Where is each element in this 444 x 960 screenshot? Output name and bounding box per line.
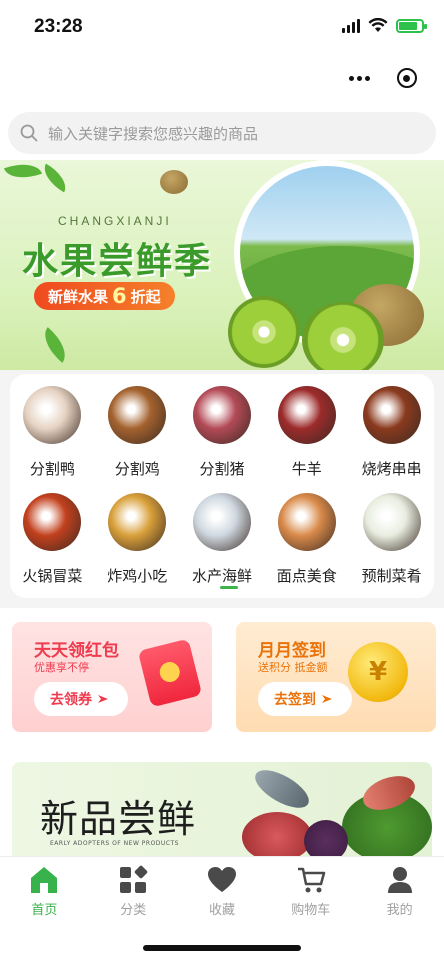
- tab-label: 我的: [386, 903, 413, 918]
- category-label: 预制菜肴: [361, 567, 422, 585]
- nav-bar: [0, 56, 444, 104]
- category-icon: [120, 865, 148, 893]
- user-icon: [387, 867, 412, 893]
- tab-home[interactable]: 首页: [0, 857, 89, 925]
- category-label: 炸鸡小吃: [107, 567, 168, 585]
- status-time: 23:28: [34, 16, 83, 37]
- category-label: 牛羊: [291, 460, 322, 478]
- red-packet-card[interactable]: 天天领红包 优惠享不停 去领券: [12, 622, 212, 732]
- pill-prefix: 新鲜水果: [48, 287, 109, 306]
- category-item[interactable]: 预制菜肴: [349, 493, 434, 586]
- category-item[interactable]: 炸鸡小吃: [95, 493, 180, 586]
- category-label: 分割猪: [199, 460, 245, 478]
- tab-bar: 首页 分类 收藏 购物车 我的: [0, 856, 444, 960]
- kiwi-image: [160, 170, 188, 194]
- heart-icon: [207, 867, 236, 892]
- arrow-right-icon: [322, 695, 332, 703]
- tab-label: 首页: [31, 903, 58, 918]
- category-image: [277, 493, 336, 551]
- leaf-decoration: [3, 160, 43, 186]
- category-card: 分割鸭 分割鸡 分割猪 牛羊 烧烤串串 火锅冒菜 炸鸡小吃 水产海鲜 面点美食 …: [10, 374, 434, 598]
- banner-title: 水果尝鲜季: [22, 241, 213, 282]
- signal-icon: [342, 18, 360, 33]
- home-indicator: [143, 945, 301, 951]
- status-bar: 23:28: [0, 0, 444, 56]
- more-icon[interactable]: [349, 75, 371, 81]
- search-area: 输入关键字搜索您感兴趣的商品: [0, 104, 444, 160]
- category-item[interactable]: 分割鸭: [10, 386, 95, 479]
- cart-icon: [297, 867, 326, 893]
- fruit-banner[interactable]: CHANGXIANJI 水果尝鲜季 新鲜水果 6 折起: [0, 160, 444, 370]
- coin-icon: ¥: [348, 642, 408, 702]
- kiwi-half-image: [302, 302, 384, 370]
- promo-area: 天天领红包 优惠享不停 去领券 月月签到 送积分 抵金额 去签到 ¥: [0, 608, 444, 746]
- new-products-title: 新品尝鲜: [40, 797, 197, 841]
- meat-image: [242, 812, 312, 862]
- category-grid: 分割鸭 分割鸡 分割猪 牛羊 烧烤串串 火锅冒菜 炸鸡小吃 水产海鲜 面点美食 …: [10, 386, 434, 586]
- category-image: [108, 493, 167, 551]
- promo-title: 月月签到: [258, 641, 326, 661]
- tab-label: 分类: [120, 903, 147, 918]
- category-label: 分割鸡: [114, 460, 160, 478]
- search-input[interactable]: 输入关键字搜索您感兴趣的商品: [8, 112, 436, 154]
- tab-cart[interactable]: 购物车: [266, 857, 355, 925]
- mini-program-capsule: [336, 60, 430, 96]
- home-icon: [31, 867, 58, 893]
- new-products-area: 新品尝鲜 EARLY ADOPTERS OF NEW PRODUCTS: [0, 746, 444, 862]
- category-label: 烧烤串串: [361, 460, 422, 478]
- leaf-decoration: [38, 163, 72, 193]
- category-item[interactable]: 分割鸡: [95, 386, 180, 479]
- category-image: [277, 386, 336, 444]
- battery-icon: [396, 18, 427, 33]
- category-label: 分割鸭: [29, 460, 75, 478]
- tab-category[interactable]: 分类: [89, 857, 178, 925]
- banner-subtitle: CHANGXIANJI: [58, 214, 172, 228]
- category-item[interactable]: 火锅冒菜: [10, 493, 95, 586]
- new-products-subtitle: EARLY ADOPTERS OF NEW PRODUCTS: [50, 840, 179, 847]
- category-item[interactable]: 分割猪: [180, 386, 265, 479]
- search-icon: [20, 124, 38, 142]
- category-label: 火锅冒菜: [22, 567, 83, 585]
- fish-image: [249, 762, 315, 816]
- new-products-banner[interactable]: 新品尝鲜 EARLY ADOPTERS OF NEW PRODUCTS: [12, 762, 432, 862]
- close-target-icon[interactable]: [396, 68, 417, 88]
- category-image: [23, 493, 82, 551]
- category-image: [23, 386, 82, 444]
- category-image: [108, 386, 167, 444]
- scroll-indicator: [220, 586, 238, 589]
- category-image: [362, 386, 421, 444]
- button-label: 去签到: [274, 692, 316, 708]
- category-item[interactable]: 牛羊: [264, 386, 349, 479]
- pill-number: 6: [112, 284, 127, 308]
- check-in-button[interactable]: 去签到: [258, 682, 352, 716]
- category-label: 水产海鲜: [191, 567, 252, 585]
- tab-label: 收藏: [208, 903, 235, 918]
- status-icons: [342, 18, 427, 33]
- leaf-decoration: [36, 327, 74, 363]
- banner-discount-pill: 新鲜水果 6 折起: [34, 282, 175, 310]
- get-coupon-button[interactable]: 去领券: [34, 682, 128, 716]
- promo-subtitle: 优惠享不停: [34, 661, 89, 674]
- category-image: [362, 493, 421, 551]
- kiwi-half-image: [228, 296, 300, 368]
- promo-title: 天天领红包: [34, 641, 119, 661]
- search-placeholder: 输入关键字搜索您感兴趣的商品: [48, 124, 259, 143]
- button-label: 去领券: [50, 692, 92, 708]
- check-in-card[interactable]: 月月签到 送积分 抵金额 去签到 ¥: [236, 622, 436, 732]
- category-image: [192, 386, 251, 444]
- category-item[interactable]: 面点美食: [264, 493, 349, 586]
- wifi-icon: [368, 18, 388, 32]
- pill-suffix: 折起: [130, 287, 161, 306]
- promo-subtitle: 送积分 抵金额: [258, 661, 328, 674]
- tab-profile[interactable]: 我的: [355, 857, 444, 925]
- category-label: 面点美食: [276, 567, 337, 585]
- red-envelope-icon: [137, 638, 203, 708]
- category-image: [192, 493, 251, 551]
- category-item[interactable]: 水产海鲜: [180, 493, 265, 586]
- tab-favorites[interactable]: 收藏: [178, 857, 267, 925]
- category-item[interactable]: 烧烤串串: [349, 386, 434, 479]
- tab-label: 购物车: [291, 903, 331, 918]
- arrow-right-icon: [98, 695, 108, 703]
